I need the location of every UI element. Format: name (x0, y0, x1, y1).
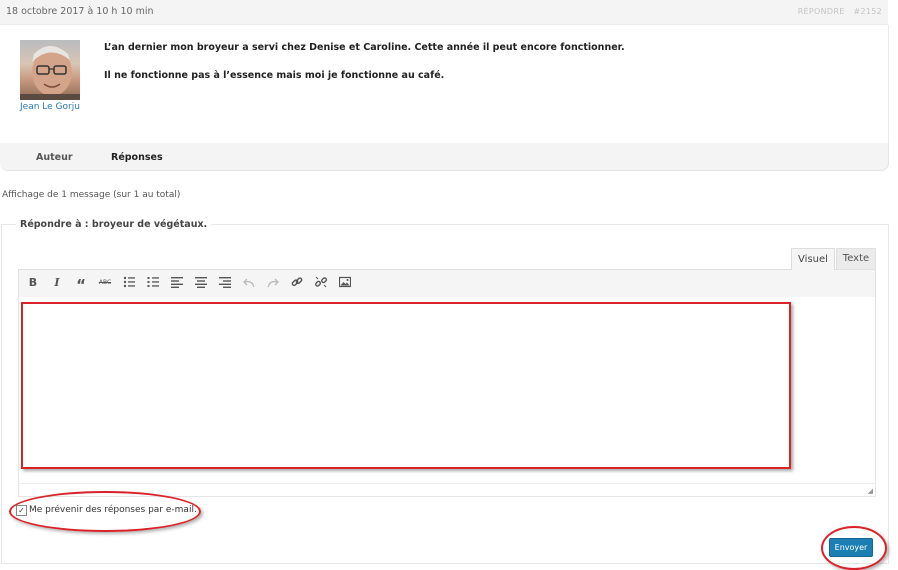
align-right-icon (219, 277, 231, 288)
reply-paragraph: Il ne fonctionne pas à l’essence mais mo… (104, 70, 445, 81)
redo-button[interactable] (265, 276, 281, 290)
resize-handle-icon[interactable]: ◢ (868, 488, 873, 495)
annotation-editor-highlight (21, 302, 791, 469)
align-left-icon (171, 277, 183, 288)
editor-toolbar: B I “ ABC (18, 269, 876, 298)
reply-header: 18 octobre 2017 à 10 h 10 min RÉPONDRE #… (0, 0, 888, 25)
align-left-button[interactable] (169, 276, 185, 290)
replies-footer: Auteur Réponses (0, 143, 889, 171)
reply-link[interactable]: RÉPONDRE (798, 7, 845, 16)
numbered-list-button[interactable] (145, 276, 161, 290)
avatar-portrait-icon (20, 46, 80, 100)
numbered-list-icon (147, 277, 159, 287)
footer-author-label: Auteur (36, 152, 73, 163)
bold-button[interactable]: B (25, 276, 41, 290)
bullet-list-icon (123, 276, 135, 288)
tab-text[interactable]: Texte (836, 248, 876, 270)
form-legend: Répondre à : broyeur de végétaux. (16, 219, 212, 230)
reply-date: 18 octobre 2017 à 10 h 10 min (6, 6, 154, 17)
redo-icon (267, 278, 279, 288)
unlink-icon (315, 276, 327, 288)
strikethrough-button[interactable]: ABC (97, 276, 113, 290)
quote-button[interactable]: “ (73, 276, 89, 294)
reply-permalink[interactable]: #2152 (853, 7, 882, 16)
avatar[interactable] (20, 40, 80, 100)
undo-icon (243, 278, 255, 288)
image-button[interactable] (337, 276, 353, 290)
unlink-button[interactable] (313, 276, 329, 290)
image-icon (339, 276, 351, 288)
reply-content: L’an dernier mon broyeur a servi chez De… (104, 42, 625, 98)
link-icon (291, 277, 303, 287)
reply-actions: RÉPONDRE #2152 (792, 7, 882, 16)
annotation-submit-ellipse (821, 526, 887, 570)
author-name[interactable]: Jean Le Gorju (20, 102, 80, 112)
tab-visual[interactable]: Visuel (791, 248, 835, 270)
italic-button[interactable]: I (49, 276, 65, 290)
reply-paragraph: L’an dernier mon broyeur a servi chez De… (104, 42, 625, 53)
link-button[interactable] (289, 276, 305, 290)
align-center-icon (195, 277, 207, 288)
align-right-button[interactable] (217, 276, 233, 290)
pagination-count: Affichage de 1 message (sur 1 au total) (2, 190, 181, 200)
undo-button[interactable] (241, 276, 257, 290)
reply-body: Jean Le Gorju L’an dernier mon broyeur a… (0, 25, 889, 143)
footer-replies-label: Réponses (111, 152, 163, 163)
annotation-notify-ellipse (9, 491, 201, 532)
bullet-list-button[interactable] (121, 276, 137, 290)
align-center-button[interactable] (193, 276, 209, 290)
